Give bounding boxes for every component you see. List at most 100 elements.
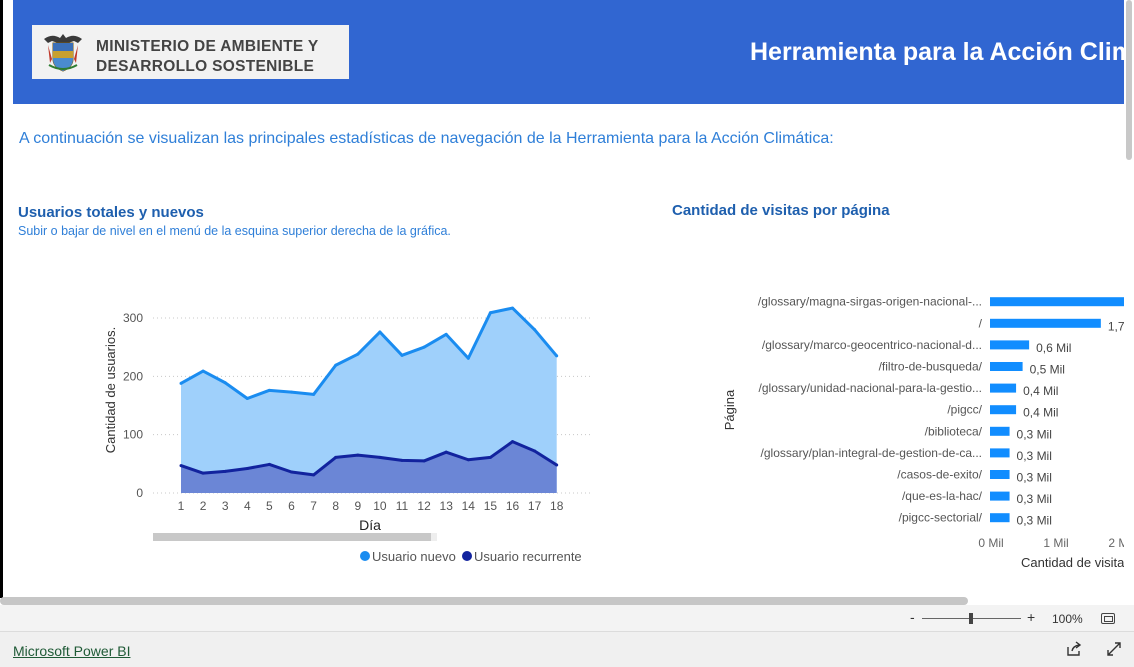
category-label: /filtro-de-busqueda/ xyxy=(879,360,983,374)
x-tick-label: 17 xyxy=(528,499,542,513)
bar-data-label: 0,3 Mil xyxy=(1017,492,1052,506)
bar xyxy=(990,448,1010,458)
legend-label-usuario-nuevo: Usuario nuevo xyxy=(372,549,456,564)
zoom-slider-thumb[interactable] xyxy=(969,613,973,624)
category-label: /que-es-la-hac/ xyxy=(902,489,983,503)
report-header: MINISTERIO DE AMBIENTE Y DESARROLLO SOST… xyxy=(13,0,1134,104)
usuario-nuevo-point xyxy=(378,330,382,334)
usuario-nuevo-point xyxy=(245,397,249,401)
usuario-recurrente-point xyxy=(444,450,448,454)
usuario-nuevo-point xyxy=(555,354,559,358)
x-tick-label: 14 xyxy=(462,499,476,513)
bar xyxy=(990,491,1010,501)
y-tick-label: 300 xyxy=(123,311,143,325)
usuario-recurrente-point xyxy=(223,469,227,473)
vertical-scrollbar[interactable] xyxy=(1124,0,1134,598)
x-tick-label: 3 xyxy=(222,499,229,513)
category-label: /glossary/marco-geocentrico-nacional-d..… xyxy=(762,338,982,352)
usuario-nuevo-point xyxy=(488,311,492,315)
category-label: /pigcc/ xyxy=(947,403,982,417)
bar-data-label: 0,4 Mil xyxy=(1023,384,1058,398)
bar-data-label: 0,5 Mil xyxy=(1030,363,1065,377)
intro-text: A continuación se visualizan las princip… xyxy=(19,130,834,147)
fullscreen-icon[interactable] xyxy=(1106,641,1122,657)
usuario-nuevo-point xyxy=(422,345,426,349)
x-tick-label: 18 xyxy=(550,499,564,513)
horizontal-scrollbar[interactable] xyxy=(0,597,968,605)
x-tick-label: 12 xyxy=(417,499,431,513)
y-axis-title: Página xyxy=(722,389,737,430)
category-label: /glossary/magna-sirgas-origen-nacional-.… xyxy=(758,295,982,309)
x-tick-label: 7 xyxy=(310,499,317,513)
x-axis-title: Día xyxy=(359,517,381,533)
usuario-recurrente-point xyxy=(245,467,249,471)
usuario-recurrente-point xyxy=(422,459,426,463)
category-label: / xyxy=(979,316,983,330)
zoom-in-button[interactable]: + xyxy=(1027,609,1035,625)
usuario-recurrente-point xyxy=(267,462,271,466)
usuario-nuevo-point xyxy=(334,363,338,367)
usuario-recurrente-point xyxy=(378,455,382,459)
ministry-line-1: MINISTERIO DE AMBIENTE Y xyxy=(96,38,319,55)
area-chart[interactable]: 01002003001 2 3 4 5 6 7 8 9 10 11 12 13 14 15 16 17 18Día… xyxy=(3,290,623,580)
area-chart-subtitle: Subir o bajar de nivel en el menú de la … xyxy=(18,224,451,238)
bar xyxy=(990,405,1017,415)
power-bi-embed: MINISTERIO DE AMBIENTE Y DESARROLLO SOST… xyxy=(0,0,1134,667)
ministry-logo: MINISTERIO DE AMBIENTE Y DESARROLLO SOST… xyxy=(32,25,349,79)
category-label: /glossary/unidad-nacional-para-la-gestio… xyxy=(759,381,982,395)
bar xyxy=(990,513,1010,523)
x-tick-label: 5 xyxy=(266,499,273,513)
share-icon[interactable] xyxy=(1066,641,1082,657)
x-tick-label: 4 xyxy=(244,499,251,513)
x-tick-label: 16 xyxy=(506,499,520,513)
usuario-recurrente-point xyxy=(511,440,514,444)
legend-label-usuario-recurrente: Usuario recurrente xyxy=(474,549,582,564)
usuario-nuevo-point xyxy=(533,328,537,332)
usuario-recurrente-point xyxy=(533,449,537,453)
power-bi-link[interactable]: Microsoft Power BI xyxy=(13,643,130,659)
y-tick-label: 100 xyxy=(123,428,143,442)
zoom-bar: - + 100% xyxy=(0,605,1134,632)
usuario-recurrente-point xyxy=(400,458,404,462)
usuario-nuevo-point xyxy=(312,392,316,396)
legend-marker-usuario-nuevo xyxy=(360,551,370,561)
x-tick-label: 9 xyxy=(354,499,361,513)
report-canvas: MINISTERIO DE AMBIENTE Y DESARROLLO SOST… xyxy=(3,0,1134,598)
bar xyxy=(990,318,1101,328)
usuario-nuevo-point xyxy=(179,381,183,385)
x-tick-label: 8 xyxy=(332,499,339,513)
footer-bar: - + 100% Microsoft Power BI xyxy=(0,605,1134,667)
vertical-scrollbar-thumb[interactable] xyxy=(1126,0,1132,160)
usuario-nuevo-point xyxy=(444,332,448,336)
x-tick-label: 1 xyxy=(178,499,185,513)
y-tick-label: 0 xyxy=(136,486,143,500)
zoom-out-button[interactable]: - xyxy=(910,609,915,625)
category-label: /casos-de-exito/ xyxy=(897,468,982,482)
x-tick-label: 13 xyxy=(440,499,454,513)
bar-data-label: 0,4 Mil xyxy=(1023,406,1058,420)
bar xyxy=(990,426,1010,436)
bar xyxy=(990,340,1030,350)
usuario-nuevo-point xyxy=(356,352,360,356)
x-tick-label: 11 xyxy=(396,499,409,513)
usuario-nuevo-point xyxy=(466,356,470,360)
usuario-recurrente-point xyxy=(290,470,293,474)
fit-to-page-icon[interactable] xyxy=(1101,613,1115,624)
usuario-nuevo-point xyxy=(223,381,227,385)
usuario-recurrente-point xyxy=(179,464,183,468)
usuario-nuevo-point xyxy=(201,369,205,373)
bar xyxy=(990,383,1017,393)
bar-data-label: 0,3 Mil xyxy=(1017,449,1052,463)
bar xyxy=(990,362,1023,371)
x-scrollbar-track xyxy=(431,533,437,541)
y-tick-label: 200 xyxy=(123,369,143,383)
usuario-recurrente-point xyxy=(356,453,360,457)
bar-chart[interactable]: /glossary/magna-sirgas-origen-nacional-.… xyxy=(703,280,1124,575)
report-title: Herramienta para la Acción Climática xyxy=(750,38,1134,66)
usuario-recurrente-point xyxy=(555,463,559,467)
category-label: /pigcc-sectorial/ xyxy=(899,511,983,525)
x-scrollbar-thumb[interactable] xyxy=(153,533,431,541)
x-tick-label: 2 Mil xyxy=(1108,536,1124,550)
x-tick-label: 6 xyxy=(288,499,295,513)
usuario-nuevo-point xyxy=(400,353,404,357)
